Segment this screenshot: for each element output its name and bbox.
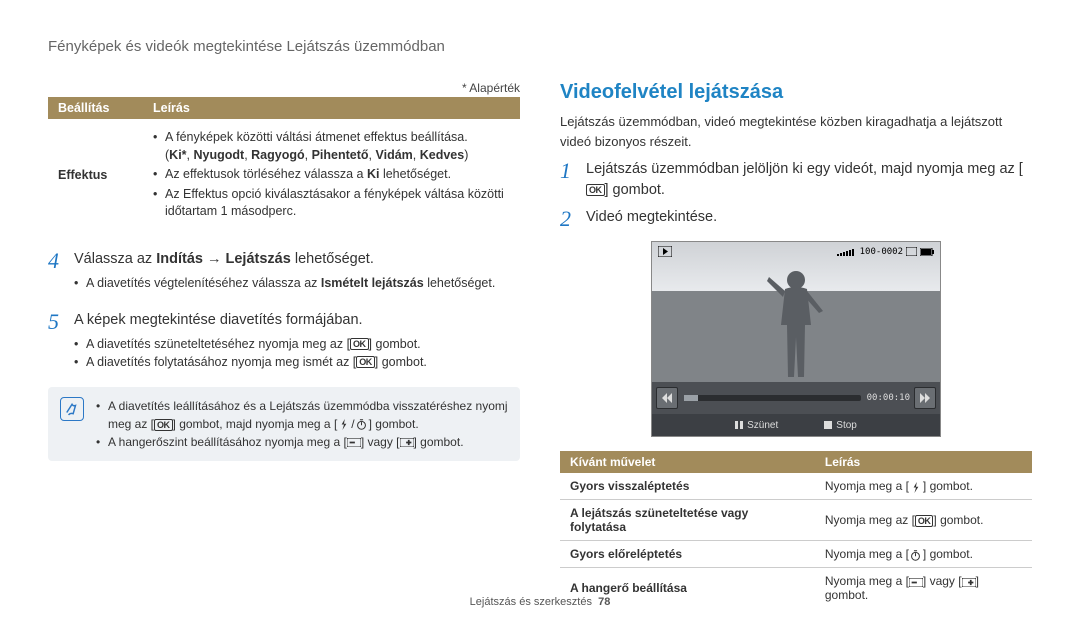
table-row: Gyors előreléptetés Nyomja meg a [] gomb… bbox=[560, 541, 1032, 568]
right-column: Videofelvétel lejátszása Lejátszás üzemm… bbox=[560, 81, 1032, 608]
step-2-number: 2 bbox=[560, 207, 586, 231]
ok-icon: OK bbox=[586, 184, 605, 196]
step-5: 5 A képek megtekintése diavetítés formáj… bbox=[48, 310, 520, 371]
progress-bar[interactable] bbox=[684, 395, 861, 401]
step-1: 1 Lejátszás üzemmódban jelöljön ki egy v… bbox=[560, 159, 1032, 201]
step-4-number: 4 bbox=[48, 249, 74, 292]
playback-controls: 00:00:10 bbox=[652, 382, 940, 414]
zoom-out-icon bbox=[909, 576, 923, 588]
note-icon bbox=[60, 397, 84, 421]
card-icon bbox=[906, 247, 917, 256]
battery-icon bbox=[920, 248, 934, 256]
zoom-out-icon bbox=[347, 437, 361, 449]
pause-button[interactable]: Szünet bbox=[727, 414, 786, 436]
forward-button[interactable] bbox=[914, 387, 936, 409]
ok-icon: OK bbox=[350, 338, 369, 350]
camera-screen-mock: 100-0002 bbox=[651, 241, 941, 437]
step-5-number: 5 bbox=[48, 310, 74, 371]
option-desc-effect: A fényképek közötti váltási átmenet effe… bbox=[143, 119, 520, 231]
default-note: * Alapérték bbox=[48, 81, 520, 95]
note-box: A diavetítés leállításához és a Lejátszá… bbox=[48, 387, 520, 461]
person-silhouette bbox=[761, 267, 831, 382]
page-header: Fényképek és videók megtekintése Lejátsz… bbox=[48, 38, 1032, 55]
zoom-in-icon bbox=[400, 437, 414, 449]
zoom-in-icon bbox=[962, 576, 976, 588]
section-intro: Lejátszás üzemmódban, videó megtekintése… bbox=[560, 112, 1032, 151]
section-title: Videofelvétel lejátszása bbox=[560, 81, 1032, 104]
table-row: A lejátszás szüneteltetése vagy folytatá… bbox=[560, 500, 1032, 541]
left-column: * Alapérték Beállítás Leírás Effektus A … bbox=[48, 81, 520, 608]
flash-icon bbox=[337, 419, 351, 431]
page-footer: Lejátszás és szerkesztés 78 bbox=[0, 596, 1080, 608]
playback-time: 00:00:10 bbox=[867, 393, 910, 403]
options-th-setting: Beállítás bbox=[48, 97, 143, 119]
ok-icon: OK bbox=[915, 515, 934, 527]
timer-icon bbox=[909, 549, 923, 561]
ok-icon: OK bbox=[356, 356, 375, 368]
signal-icon bbox=[837, 248, 857, 256]
options-table: Beállítás Leírás Effektus A fényképek kö… bbox=[48, 97, 520, 231]
file-counter: 100-0002 bbox=[860, 247, 903, 257]
ok-icon: OK bbox=[154, 419, 173, 431]
timer-icon bbox=[355, 419, 369, 431]
step-2: 2 Videó megtekintése. bbox=[560, 207, 1032, 231]
step-1-number: 1 bbox=[560, 159, 586, 201]
rewind-button[interactable] bbox=[656, 387, 678, 409]
ctrls-th-desc: Leírás bbox=[815, 451, 1032, 473]
option-label-effect: Effektus bbox=[48, 119, 143, 231]
play-mode-icon bbox=[658, 246, 672, 257]
stop-button[interactable]: Stop bbox=[816, 414, 865, 436]
step-4: 4 Válassza az Indítás → Lejátszás lehető… bbox=[48, 249, 520, 292]
ctrls-th-action: Kívánt művelet bbox=[560, 451, 815, 473]
table-row: Gyors visszaléptetés Nyomja meg a [] gom… bbox=[560, 473, 1032, 500]
flash-icon bbox=[909, 481, 923, 493]
options-th-description: Leírás bbox=[143, 97, 520, 119]
controls-table: Kívánt művelet Leírás Gyors visszaléptet… bbox=[560, 451, 1032, 608]
